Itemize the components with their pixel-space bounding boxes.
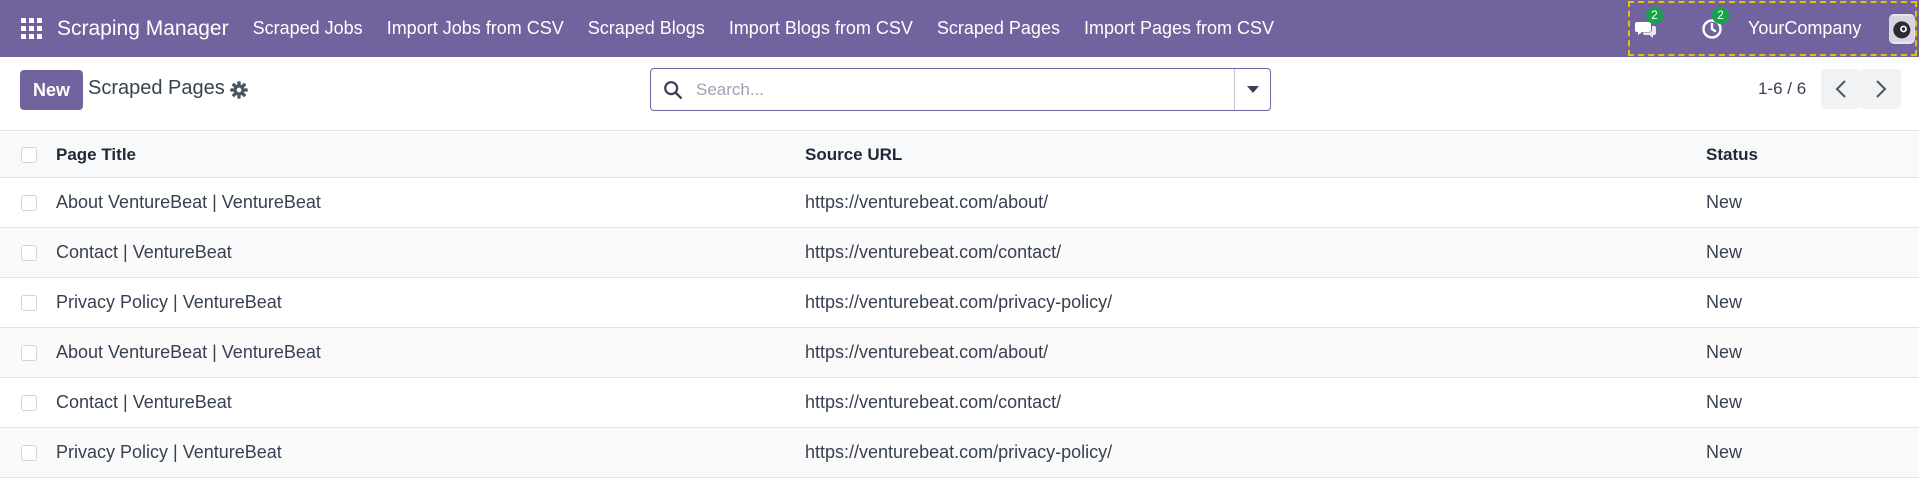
cell-page-title: About VentureBeat | VentureBeat — [56, 342, 321, 362]
company-switcher[interactable]: YourCompany — [1748, 18, 1861, 39]
new-button[interactable]: New — [20, 70, 83, 110]
column-header-page-title[interactable]: Page Title — [56, 145, 136, 165]
table-row[interactable]: Privacy Policy | VentureBeat https://ven… — [0, 278, 1919, 328]
table-row[interactable]: About VentureBeat | VentureBeat https://… — [0, 328, 1919, 378]
cell-source-url: https://venturebeat.com/privacy-policy/ — [805, 442, 1113, 462]
cell-status: New — [1706, 442, 1743, 462]
control-panel: New Scraped Pages 1-6 / 6 — [0, 57, 1919, 131]
pager-value[interactable]: 1-6 / 6 — [1758, 79, 1806, 99]
search-icon — [664, 80, 682, 99]
chat-icon[interactable]: 2 — [1634, 6, 1663, 41]
column-header-status[interactable]: Status — [1706, 145, 1758, 165]
table-row[interactable]: Contact | VentureBeat https://venturebea… — [0, 228, 1919, 278]
menu-item-import-pages[interactable]: Import Pages from CSV — [1072, 0, 1286, 57]
menu-item-import-jobs[interactable]: Import Jobs from CSV — [375, 0, 576, 57]
table-body: About VentureBeat | VentureBeat https://… — [0, 178, 1919, 478]
cell-source-url: https://venturebeat.com/about/ — [805, 192, 1049, 212]
apps-grid-icon[interactable] — [21, 17, 43, 40]
top-navbar: Scraping Manager Scraped Jobs Import Job… — [0, 0, 1919, 57]
cell-status: New — [1706, 242, 1743, 262]
page-title: Scraped Pages — [88, 77, 225, 99]
table-row[interactable]: About VentureBeat | VentureBeat https://… — [0, 178, 1919, 228]
clock-icon[interactable]: 2 — [1700, 6, 1729, 41]
cell-page-title: Privacy Policy | VentureBeat — [56, 292, 282, 312]
search-bar — [650, 68, 1271, 111]
table-row[interactable]: Contact | VentureBeat https://venturebea… — [0, 378, 1919, 428]
row-checkbox[interactable] — [21, 344, 37, 361]
cell-page-title: About VentureBeat | VentureBeat — [56, 192, 321, 212]
row-checkbox[interactable] — [21, 244, 37, 261]
cell-status: New — [1706, 192, 1743, 212]
menu-item-scraped-jobs[interactable]: Scraped Jobs — [241, 0, 375, 57]
row-checkbox[interactable] — [21, 294, 37, 311]
search-options-toggle[interactable] — [1234, 69, 1270, 110]
cell-status: New — [1706, 342, 1743, 362]
list-table: Page Title Source URL Status About Ventu… — [0, 132, 1919, 478]
search-input[interactable] — [696, 69, 1234, 110]
select-all-checkbox[interactable] — [21, 146, 37, 163]
messages-count-badge: 2 — [1646, 6, 1663, 24]
table-row[interactable]: Privacy Policy | VentureBeat https://ven… — [0, 428, 1919, 478]
pager-previous-button[interactable] — [1821, 69, 1861, 109]
cell-page-title: Contact | VentureBeat — [56, 242, 232, 262]
pager-next-button[interactable] — [1861, 69, 1901, 109]
caret-down-icon — [1246, 85, 1259, 93]
row-checkbox[interactable] — [21, 194, 37, 211]
chevron-left-icon — [1835, 80, 1846, 98]
menu-item-import-blogs[interactable]: Import Blogs from CSV — [717, 0, 925, 57]
cell-source-url: https://venturebeat.com/contact/ — [805, 392, 1062, 412]
activities-count-badge: 2 — [1712, 6, 1729, 24]
table-header: Page Title Source URL Status — [0, 132, 1919, 178]
column-header-source-url[interactable]: Source URL — [805, 145, 902, 165]
cell-page-title: Contact | VentureBeat — [56, 392, 232, 412]
menu-item-scraped-pages[interactable]: Scraped Pages — [925, 0, 1072, 57]
cell-page-title: Privacy Policy | VentureBeat — [56, 442, 282, 462]
app-name[interactable]: Scraping Manager — [57, 17, 229, 41]
main-menu: Scraped Jobs Import Jobs from CSV Scrape… — [241, 0, 1286, 57]
cell-source-url: https://venturebeat.com/about/ — [805, 342, 1049, 362]
avatar[interactable] — [1889, 13, 1915, 44]
menu-item-scraped-blogs[interactable]: Scraped Blogs — [576, 0, 717, 57]
chevron-right-icon — [1876, 80, 1887, 98]
gear-icon[interactable] — [229, 80, 249, 100]
row-checkbox[interactable] — [21, 444, 37, 461]
cell-status: New — [1706, 292, 1743, 312]
cell-status: New — [1706, 392, 1743, 412]
cell-source-url: https://venturebeat.com/contact/ — [805, 242, 1062, 262]
systray: 2 2 YourCompany — [1628, 1, 1917, 56]
row-checkbox[interactable] — [21, 394, 37, 411]
cell-source-url: https://venturebeat.com/privacy-policy/ — [805, 292, 1113, 312]
